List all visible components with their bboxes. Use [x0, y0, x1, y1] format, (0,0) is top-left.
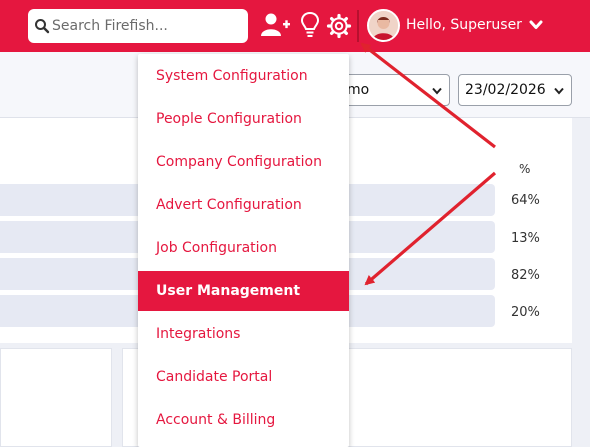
- chevron-down-icon: [554, 87, 564, 95]
- avatar[interactable]: [367, 9, 400, 42]
- date-select[interactable]: 23/02/2026: [458, 74, 572, 106]
- menu-item-advert-configuration[interactable]: Advert Configuration: [138, 185, 349, 225]
- gear-icon[interactable]: [326, 13, 352, 39]
- percent-column-header: %: [519, 162, 531, 176]
- search-input[interactable]: [52, 18, 232, 34]
- period-select-value: mo: [347, 82, 370, 98]
- lightbulb-icon[interactable]: [300, 11, 320, 39]
- settings-menu: System Configuration People Configuratio…: [138, 54, 349, 447]
- dashboard-panel: [0, 348, 112, 447]
- menu-item-company-configuration[interactable]: Company Configuration: [138, 142, 349, 182]
- chevron-down-icon: [432, 87, 442, 95]
- date-select-value: 23/02/2026: [465, 82, 546, 98]
- chevron-down-icon[interactable]: [529, 18, 543, 32]
- top-nav-bar: Hello, Superuser: [0, 0, 590, 52]
- stat-percent: 20%: [511, 305, 540, 320]
- menu-item-user-management[interactable]: User Management: [138, 271, 349, 311]
- nav-divider: [357, 10, 359, 42]
- search-box[interactable]: [28, 9, 248, 43]
- stat-percent: 82%: [511, 268, 540, 283]
- add-user-icon[interactable]: [261, 12, 291, 38]
- menu-item-system-configuration[interactable]: System Configuration: [138, 56, 349, 96]
- user-greeting[interactable]: Hello, Superuser: [406, 17, 522, 33]
- search-icon: [35, 19, 50, 34]
- menu-item-integrations[interactable]: Integrations: [138, 314, 349, 354]
- menu-item-candidate-portal[interactable]: Candidate Portal: [138, 357, 349, 397]
- stat-percent: 13%: [511, 231, 540, 246]
- stat-percent: 64%: [511, 193, 540, 208]
- menu-item-account-billing[interactable]: Account & Billing: [138, 400, 349, 440]
- menu-item-people-configuration[interactable]: People Configuration: [138, 99, 349, 139]
- menu-item-job-configuration[interactable]: Job Configuration: [138, 228, 349, 268]
